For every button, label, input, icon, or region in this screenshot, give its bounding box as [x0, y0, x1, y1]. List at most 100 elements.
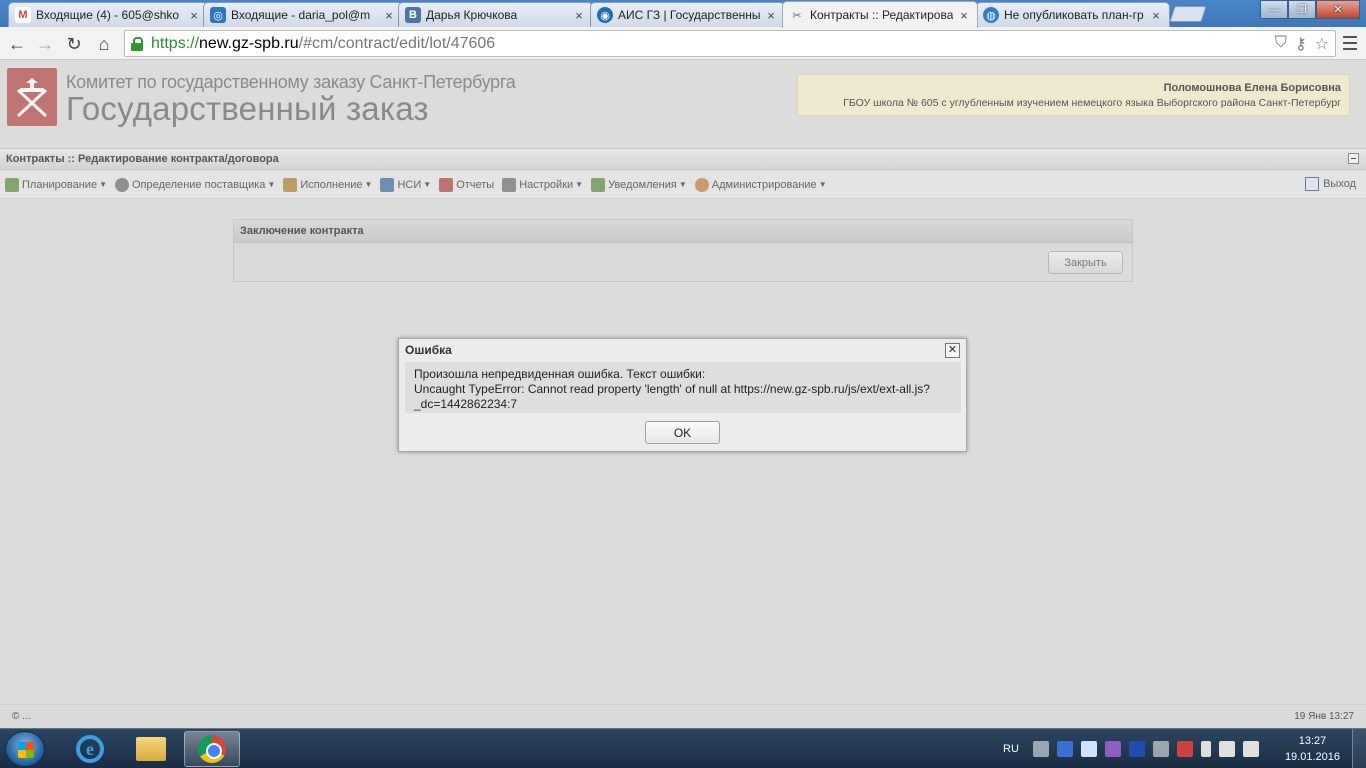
close-tab-icon[interactable]: × — [957, 8, 971, 23]
omnibox-icons: ⛉ ⚷ ☆ — [1275, 34, 1329, 54]
tray-app-icon[interactable] — [1104, 741, 1121, 757]
menu-label: Уведомления — [608, 178, 677, 191]
clock-date: 19.01.2016 — [1284, 751, 1340, 763]
menu-planning[interactable]: Планирование ▼ — [5, 177, 107, 192]
exit-label: Выход — [1323, 178, 1356, 190]
network-error-icon[interactable] — [1176, 741, 1193, 757]
back-icon[interactable]: ← — [5, 32, 29, 56]
browser-tab[interactable]: ◍ Не опубликовать план-гр × — [976, 2, 1170, 27]
dropdown-arrow-icon: ▼ — [267, 180, 276, 189]
planning-icon — [5, 177, 19, 192]
dropdown-arrow-icon: ▼ — [575, 180, 584, 189]
home-icon[interactable]: ⌂ — [92, 32, 116, 56]
dialog-message-line: Uncaught TypeError: Cannot read property… — [414, 382, 930, 396]
site-header: Комитет по государственному заказу Санкт… — [0, 61, 1366, 146]
user-organization: ГБОУ школа № 605 с углубленным изучением… — [843, 97, 1341, 109]
error-dialog: Ошибка ✕ Произошла непредвиденная ошибка… — [398, 338, 967, 452]
browser-tabstrip: M Входящие (4) - 605@shko × ◎ Входящие -… — [0, 0, 1366, 28]
reload-icon[interactable]: ↻ — [62, 32, 86, 56]
dropdown-arrow-icon: ▼ — [99, 180, 107, 189]
book-icon — [380, 177, 395, 192]
close-tab-icon[interactable]: × — [572, 8, 586, 23]
folder-icon — [136, 737, 166, 761]
start-button[interactable] — [5, 731, 45, 767]
page-footer: © ... 19 Янв 13:27 — [0, 704, 1366, 728]
address-bar[interactable]: https://new.gz-spb.ru/#cm/contract/edit/… — [124, 30, 1336, 57]
close-window-icon[interactable]: ✕ — [1316, 0, 1360, 19]
close-tab-icon[interactable]: × — [187, 8, 201, 23]
windows-taskbar: e RU 13:27 19.01.2016 — [0, 728, 1366, 768]
org-line-2: Государственный заказ — [66, 90, 429, 127]
ok-button[interactable]: OK — [645, 421, 720, 444]
system-clock[interactable]: 13:27 19.01.2016 — [1285, 733, 1340, 765]
globe-icon: ◍ — [983, 7, 999, 23]
browser-tab[interactable]: ◎ Входящие - daria_pol@m × — [203, 2, 403, 27]
dialog-close-icon[interactable]: ✕ — [945, 343, 960, 358]
forward-icon[interactable]: → — [33, 32, 57, 56]
dropdown-arrow-icon: ▼ — [364, 180, 373, 189]
signal-icon[interactable] — [1218, 741, 1235, 757]
menu-label: Планирование — [22, 178, 98, 191]
window-controls: — ❐ ✕ — [1260, 0, 1360, 19]
dialog-title: Ошибка — [399, 339, 966, 361]
close-tab-icon[interactable]: × — [764, 8, 778, 23]
new-tab-button[interactable] — [1169, 6, 1207, 22]
tray-app-icon[interactable] — [1032, 741, 1049, 757]
close-tab-icon[interactable]: × — [1149, 8, 1163, 23]
shield-icon[interactable]: ⛉ — [1275, 34, 1287, 54]
taskbar-explorer[interactable] — [123, 731, 179, 767]
menu-notifications[interactable]: Уведомления ▼ — [591, 177, 687, 192]
menu-supplier[interactable]: Определение поставщика ▼ — [115, 177, 276, 192]
key-icon[interactable]: ⚷ — [1295, 34, 1307, 54]
taskbar-chrome[interactable] — [184, 731, 240, 767]
tab-title: Входящие (4) - 605@shko — [36, 8, 180, 22]
user-icon — [694, 177, 709, 192]
exit-button[interactable]: Выход — [1305, 177, 1356, 191]
menu-administration[interactable]: Администрирование ▼ — [694, 177, 827, 192]
exit-icon — [1305, 177, 1320, 191]
menu-settings[interactable]: Настройки ▼ — [502, 177, 584, 192]
menu-label: Настройки — [519, 178, 574, 191]
close-tab-icon[interactable]: × — [382, 8, 396, 23]
taskbar-ie[interactable]: e — [62, 731, 118, 767]
volume-icon[interactable] — [1242, 741, 1259, 757]
spb-coat-of-arms-logo — [7, 68, 57, 126]
chrome-menu-icon[interactable] — [1342, 34, 1358, 52]
menu-execution[interactable]: Исполнение ▼ — [283, 177, 373, 192]
footer-copyright: © ... — [12, 711, 31, 722]
close-button[interactable]: Закрыть — [1048, 251, 1123, 274]
tab-title: Дарья Крючкова — [426, 8, 518, 22]
minimize-icon[interactable]: — — [1260, 0, 1288, 19]
collapse-header-icon[interactable] — [1348, 153, 1359, 164]
browser-tab[interactable]: ◉ АИС ГЗ | Государственны × — [590, 2, 785, 27]
menu-reports[interactable]: Отчеты — [439, 177, 494, 192]
notification-icon — [591, 177, 606, 192]
wrench-icon — [502, 177, 517, 192]
lock-icon — [131, 36, 143, 51]
tab-title: Не опубликовать план-гр — [1004, 8, 1144, 22]
browser-tab[interactable]: В Дарья Крючкова × — [398, 2, 593, 27]
page-titlebar: Контракты :: Редактирование контракта/до… — [0, 148, 1366, 170]
browser-tab[interactable]: M Входящие (4) - 605@shko × — [8, 2, 208, 27]
page-title: Контракты :: Редактирование контракта/до… — [6, 153, 279, 165]
dialog-message-line: Произошла непредвиденная ошибка. Текст о… — [414, 367, 706, 381]
browser-tab-active[interactable]: ✂ Контракты :: Редактирова × — [782, 1, 978, 28]
punto-switcher-icon[interactable] — [1128, 741, 1145, 757]
menu-label: Администрирование — [711, 178, 817, 191]
star-icon[interactable]: ☆ — [1315, 34, 1329, 54]
show-desktop-button[interactable] — [1352, 729, 1366, 768]
battery-icon[interactable] — [1200, 741, 1211, 757]
menu-nsi[interactable]: НСИ ▼ — [380, 177, 431, 192]
panel-title: Заключение контракта — [234, 220, 1132, 243]
tray-app-icon[interactable] — [1152, 741, 1169, 757]
execution-icon — [283, 177, 298, 192]
cloud-icon[interactable] — [1080, 741, 1097, 757]
dropdown-arrow-icon: ▼ — [818, 180, 827, 189]
user-info-box: Поломошнова Елена Борисовна ГБОУ школа №… — [797, 74, 1350, 116]
maximize-icon[interactable]: ❐ — [1288, 0, 1316, 19]
language-indicator[interactable]: RU — [1003, 743, 1019, 755]
gmail-icon: M — [15, 7, 31, 23]
bluetooth-icon[interactable] — [1056, 741, 1073, 757]
menu-label: Исполнение — [300, 178, 363, 191]
org-title: Комитет по государственному заказу Санкт… — [66, 72, 516, 127]
